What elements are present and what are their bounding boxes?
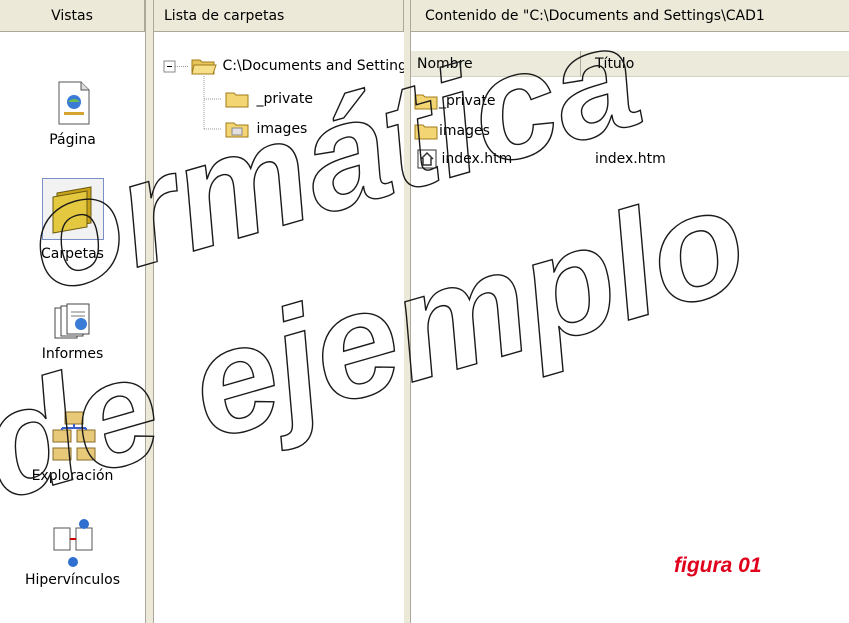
figure-caption: figura 01 xyxy=(674,554,762,577)
watermark: ormática de ejemplo xyxy=(0,0,764,532)
